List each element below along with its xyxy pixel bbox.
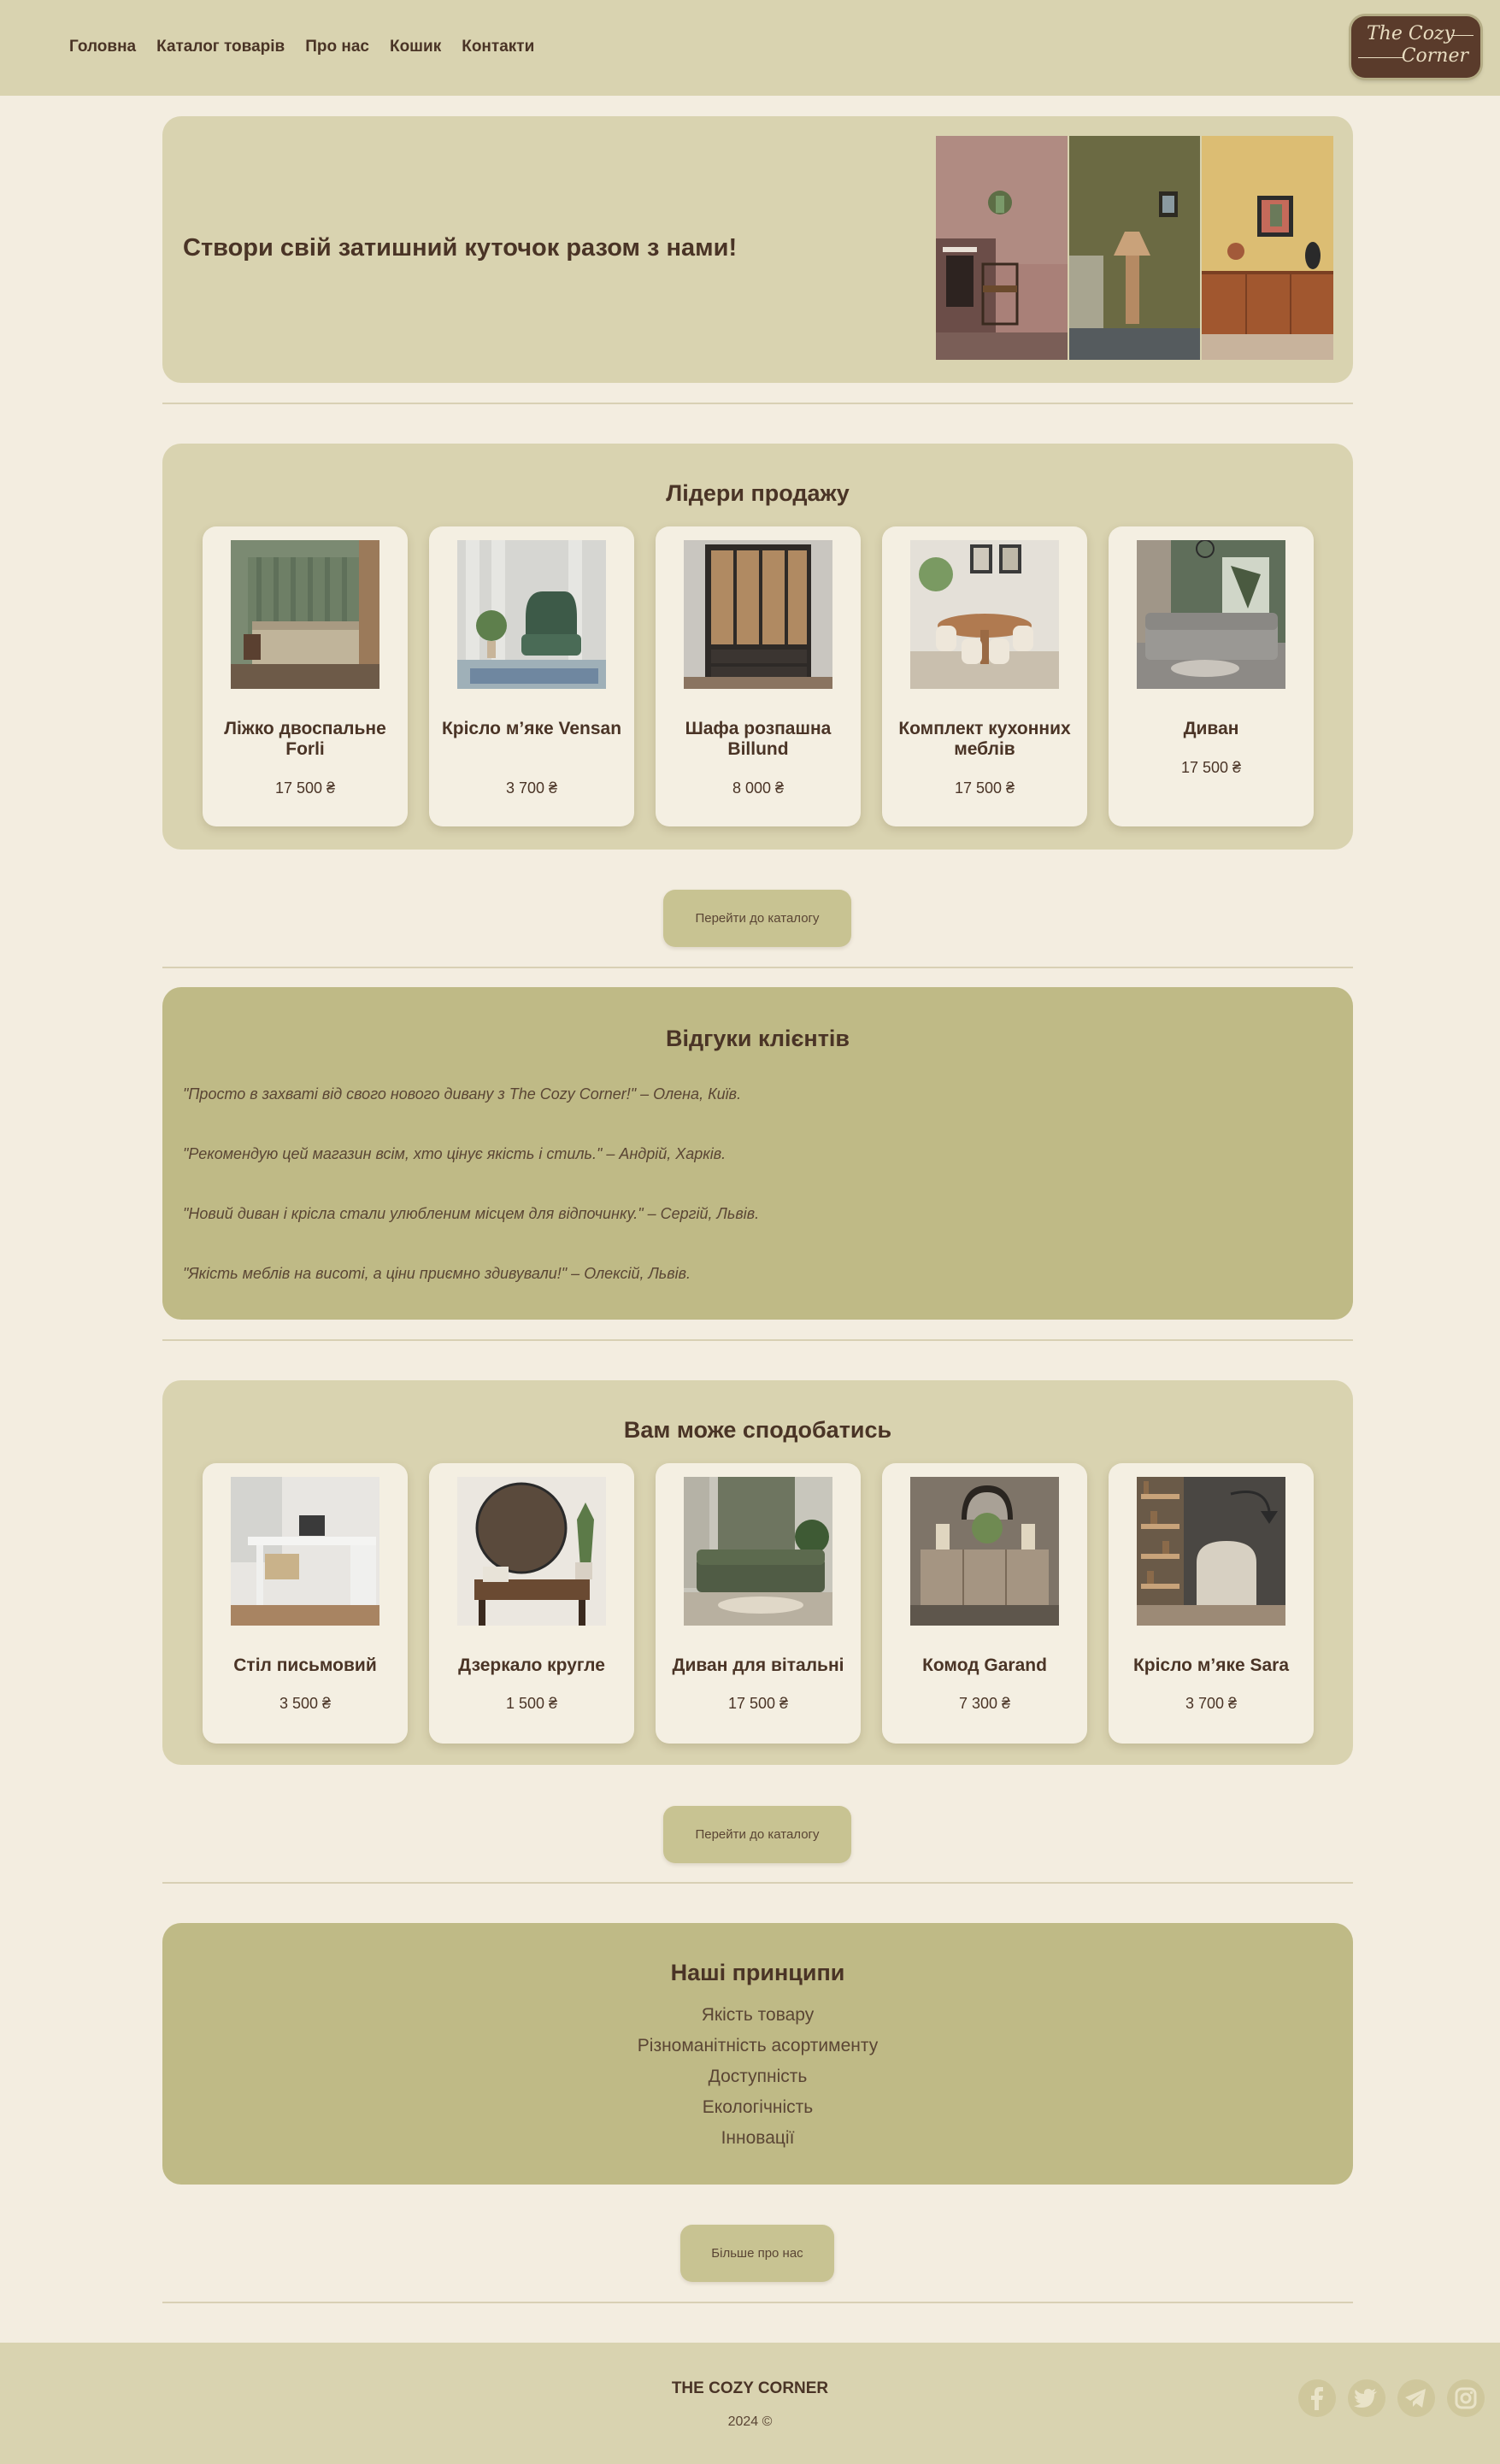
hero-image: [936, 136, 1334, 360]
principle-item: Різноманітність асортименту: [637, 2036, 879, 2055]
hero-image-panel: [936, 136, 1068, 360]
product-card[interactable]: Комплект кухонних меблів 17 500 ₴: [882, 526, 1087, 826]
product-name: Крісло м’яке Vensan: [441, 719, 622, 738]
product-name: Дзеркало кругле: [458, 1655, 605, 1675]
product-name: Диван для вітальні: [672, 1655, 844, 1675]
go-to-catalog-button[interactable]: Перейти до каталогу: [663, 1806, 851, 1863]
section-divider: [162, 2302, 1353, 2303]
hero-banner: Створи свій затишний куточок разом з нам…: [162, 116, 1353, 383]
product-price: 17 500 ₴: [727, 1695, 789, 1712]
product-name: Стіл письмовий: [233, 1655, 377, 1675]
product-name: Комод Garand: [922, 1655, 1047, 1675]
principle-item: Якість товару: [701, 2005, 815, 2025]
product-image: [684, 540, 832, 689]
product-price: 1 500 ₴: [505, 1695, 558, 1712]
hero-image-panel: [1200, 136, 1334, 360]
product-image: [910, 540, 1059, 689]
more-about-us-button[interactable]: Більше про нас: [680, 2225, 834, 2282]
nav-about-link[interactable]: Про нас: [305, 38, 369, 56]
principle-item: Інновації: [721, 2128, 795, 2148]
review-text: "Новий диван і крісла стали улюбленим мі…: [183, 1205, 760, 1222]
logo-rule: [1358, 57, 1404, 58]
recommended-product-list: Стіл письмовий 3 500 ₴ Дзеркало кругле 1…: [203, 1463, 1314, 1744]
nav-home-link[interactable]: Головна: [69, 38, 136, 56]
product-name: Шафа розпашна Billund: [685, 719, 832, 759]
product-name: Ліжко двоспальне Forli: [224, 719, 386, 759]
bestsellers-product-list: Ліжко двоспальне Forli 17 500 ₴ Крісло м…: [203, 526, 1314, 826]
footer-copyright: 2024 ©: [727, 2414, 773, 2429]
review-text: "Рекомендую цей магазин всім, хто цінує …: [183, 1145, 726, 1162]
review-text: "Якість меблів на висоті, а ціни приємно…: [183, 1265, 691, 1282]
review-text: "Просто в захваті від свого нового диван…: [183, 1085, 742, 1103]
hero-image-panel: [1067, 136, 1201, 360]
section-divider: [162, 967, 1353, 968]
product-card[interactable]: Дзеркало кругле 1 500 ₴: [429, 1463, 634, 1744]
principle-item: Доступність: [708, 2067, 808, 2086]
reviews-section: Відгуки клієнтів "Просто в захваті від с…: [162, 987, 1353, 1320]
product-price: 3 700 ₴: [505, 779, 558, 797]
main-nav: Головна Каталог товарів Про нас Кошик Ко…: [69, 38, 534, 56]
product-card[interactable]: Диван 17 500 ₴: [1109, 526, 1314, 826]
product-price: 17 500 ₴: [954, 779, 1015, 797]
bestsellers-section: Лідери продажу Ліжко двоспальне Forli 17…: [162, 444, 1353, 850]
logo[interactable]: The Cozy Corner: [1351, 16, 1480, 78]
product-image: [910, 1477, 1059, 1626]
product-image: [684, 1477, 832, 1626]
nav-contacts-link[interactable]: Контакти: [462, 38, 534, 56]
go-to-catalog-button[interactable]: Перейти до каталогу: [663, 890, 851, 947]
principles-section: Наші принципи Якість товару Різноманітні…: [162, 1923, 1353, 2185]
product-image: [1137, 1477, 1285, 1626]
product-price: 8 000 ₴: [732, 779, 785, 797]
product-image: [231, 1477, 379, 1626]
site-footer: THE COZY CORNER 2024 ©: [0, 2343, 1500, 2464]
product-image: [457, 1477, 606, 1626]
product-card[interactable]: Ліжко двоспальне Forli 17 500 ₴: [203, 526, 408, 826]
bestsellers-title: Лідери продажу: [666, 480, 850, 506]
product-name: Крісло м’яке Sara: [1132, 1655, 1290, 1675]
site-header: Головна Каталог товарів Про нас Кошик Ко…: [0, 0, 1500, 96]
product-price: 17 500 ₴: [274, 779, 336, 797]
logo-text-line2: Corner: [1401, 45, 1468, 67]
product-card[interactable]: Диван для вітальні 17 500 ₴: [656, 1463, 861, 1744]
product-card[interactable]: Крісло м’яке Sara 3 700 ₴: [1109, 1463, 1314, 1744]
hero-title: Створи свій затишний куточок разом з нам…: [183, 234, 738, 262]
facebook-icon[interactable]: [1297, 2378, 1338, 2419]
logo-text-line1: The Cozy: [1367, 23, 1455, 44]
recommended-section: Вам може сподобатись Стіл письмовий 3 50…: [162, 1380, 1353, 1765]
twitter-icon[interactable]: [1346, 2378, 1387, 2419]
nav-cart-link[interactable]: Кошик: [390, 38, 441, 56]
nav-catalog-link[interactable]: Каталог товарів: [156, 38, 285, 56]
section-divider: [162, 403, 1353, 404]
product-image: [1137, 540, 1285, 689]
product-card[interactable]: Крісло м’яке Vensan 3 700 ₴: [429, 526, 634, 826]
section-divider: [162, 1339, 1353, 1341]
principle-item: Екологічність: [702, 2097, 814, 2117]
telegram-icon[interactable]: [1396, 2378, 1437, 2419]
footer-brand: THE COZY CORNER: [671, 2379, 829, 2397]
product-image: [457, 540, 606, 689]
product-price: 17 500 ₴: [1180, 759, 1242, 776]
logo-rule: [1451, 35, 1474, 36]
product-price: 3 500 ₴: [279, 1695, 332, 1712]
product-card[interactable]: Комод Garand 7 300 ₴: [882, 1463, 1087, 1744]
product-name: Комплект кухонних меблів: [898, 719, 1071, 759]
instagram-icon[interactable]: [1445, 2378, 1486, 2419]
section-divider: [162, 1882, 1353, 1884]
reviews-title: Відгуки клієнтів: [665, 1026, 850, 1051]
product-name: Диван: [1183, 719, 1239, 738]
product-card[interactable]: Шафа розпашна Billund 8 000 ₴: [656, 526, 861, 826]
product-image: [231, 540, 379, 689]
principles-title: Наші принципи: [670, 1960, 845, 1985]
recommended-title: Вам може сподобатись: [623, 1417, 892, 1443]
product-price: 3 700 ₴: [1185, 1695, 1238, 1712]
product-card[interactable]: Стіл письмовий 3 500 ₴: [203, 1463, 408, 1744]
product-price: 7 300 ₴: [958, 1695, 1011, 1712]
